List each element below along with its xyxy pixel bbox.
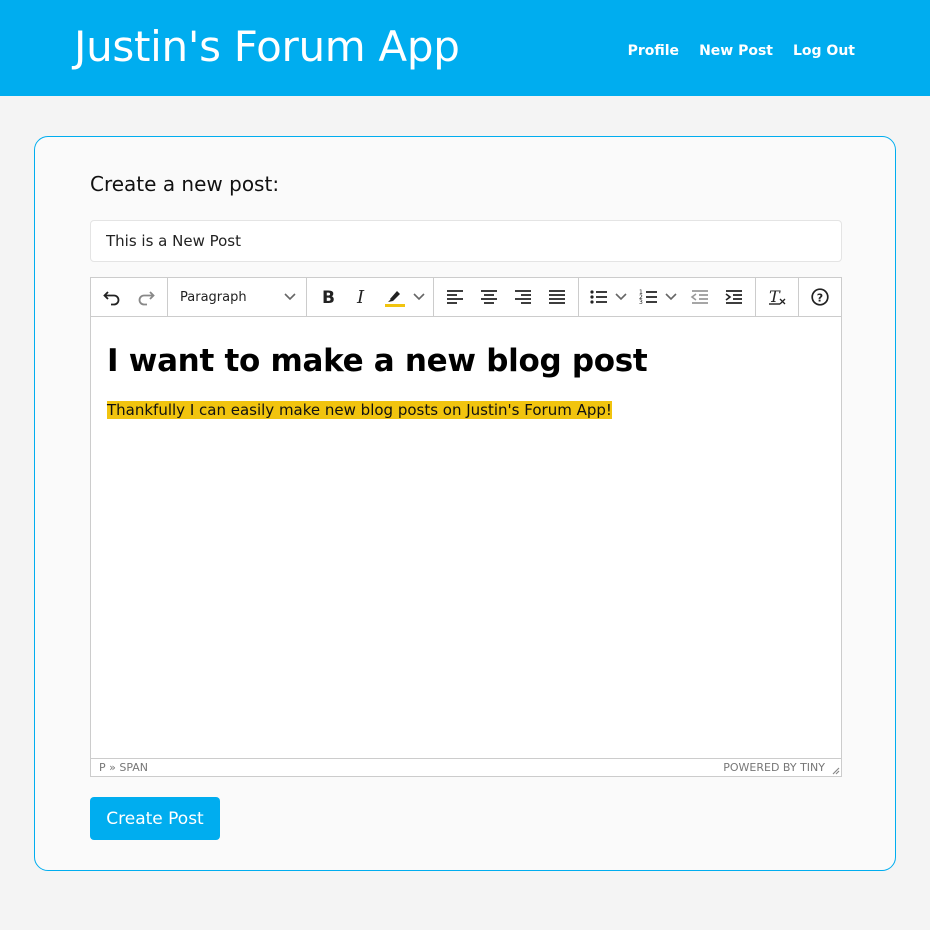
- history-group: [91, 278, 168, 316]
- chevron-down-icon: [615, 293, 627, 301]
- nav-link-log-out[interactable]: Log Out: [793, 43, 855, 59]
- post-body-paragraph: Thankfully I can easily make new blog po…: [107, 401, 825, 419]
- resize-handle-icon[interactable]: [830, 765, 840, 775]
- highlight-icon: [385, 291, 405, 307]
- post-title-input[interactable]: [90, 220, 842, 262]
- svg-text:I: I: [356, 287, 365, 307]
- chevron-down-icon: [413, 293, 425, 301]
- element-path[interactable]: P » SPAN: [99, 761, 148, 774]
- block-format-select[interactable]: Paragraph: [172, 282, 302, 312]
- create-post-button[interactable]: Create Post: [90, 797, 220, 840]
- svg-text:3: 3: [639, 299, 643, 306]
- editor-toolbar: Paragraph B I 1 2 3 T ?: [91, 278, 841, 317]
- nav-link-profile[interactable]: Profile: [628, 43, 679, 59]
- block-format-group: Paragraph: [168, 278, 307, 316]
- align-center-icon[interactable]: [472, 282, 506, 312]
- form-heading: Create a new post:: [90, 172, 280, 196]
- svg-text:?: ?: [817, 292, 823, 305]
- list-group: 123: [579, 278, 756, 316]
- navbar: Justin's Forum App Profile New Post Log …: [0, 0, 930, 96]
- italic-icon[interactable]: I: [345, 282, 379, 312]
- bullet-list-icon: [590, 290, 607, 304]
- app-brand[interactable]: Justin's Forum App: [74, 22, 460, 71]
- justify-icon[interactable]: [540, 282, 574, 312]
- highlight-color-button[interactable]: [379, 282, 429, 312]
- editor-content-area[interactable]: I want to make a new blog post Thankfull…: [91, 317, 841, 758]
- clear-formatting-icon[interactable]: T: [760, 282, 794, 312]
- svg-text:B: B: [322, 288, 335, 307]
- text-format-group: B I: [307, 278, 434, 316]
- help-group: ?: [799, 278, 841, 316]
- highlighted-text: Thankfully I can easily make new blog po…: [107, 401, 612, 419]
- rich-text-editor: Paragraph B I 1 2 3 T ? I want to make a…: [90, 277, 842, 777]
- numbered-list-button[interactable]: 123: [633, 282, 683, 312]
- bold-icon[interactable]: B: [311, 282, 345, 312]
- chevron-down-icon: [284, 293, 296, 301]
- new-post-card: Create a new post: Paragraph B: [34, 136, 896, 871]
- outdent-icon[interactable]: [683, 282, 717, 312]
- nav-links: Profile New Post Log Out: [628, 43, 855, 59]
- undo-icon[interactable]: [95, 282, 129, 312]
- chevron-down-icon: [665, 293, 677, 301]
- align-right-icon[interactable]: [506, 282, 540, 312]
- powered-by-link[interactable]: POWERED BY TINY: [723, 761, 825, 774]
- bullet-list-button[interactable]: [583, 282, 633, 312]
- post-body-heading: I want to make a new blog post: [107, 343, 648, 379]
- help-icon[interactable]: ?: [803, 282, 837, 312]
- nav-link-new-post[interactable]: New Post: [699, 43, 773, 59]
- alignment-group: [434, 278, 579, 316]
- block-format-label: Paragraph: [180, 289, 247, 305]
- indent-icon[interactable]: [717, 282, 751, 312]
- svg-text:T: T: [769, 287, 781, 306]
- editor-statusbar: P » SPAN POWERED BY TINY: [91, 758, 841, 776]
- clear-format-group: T: [756, 278, 799, 316]
- redo-icon[interactable]: [129, 282, 163, 312]
- align-left-icon[interactable]: [438, 282, 472, 312]
- numbered-list-icon: 123: [639, 289, 657, 306]
